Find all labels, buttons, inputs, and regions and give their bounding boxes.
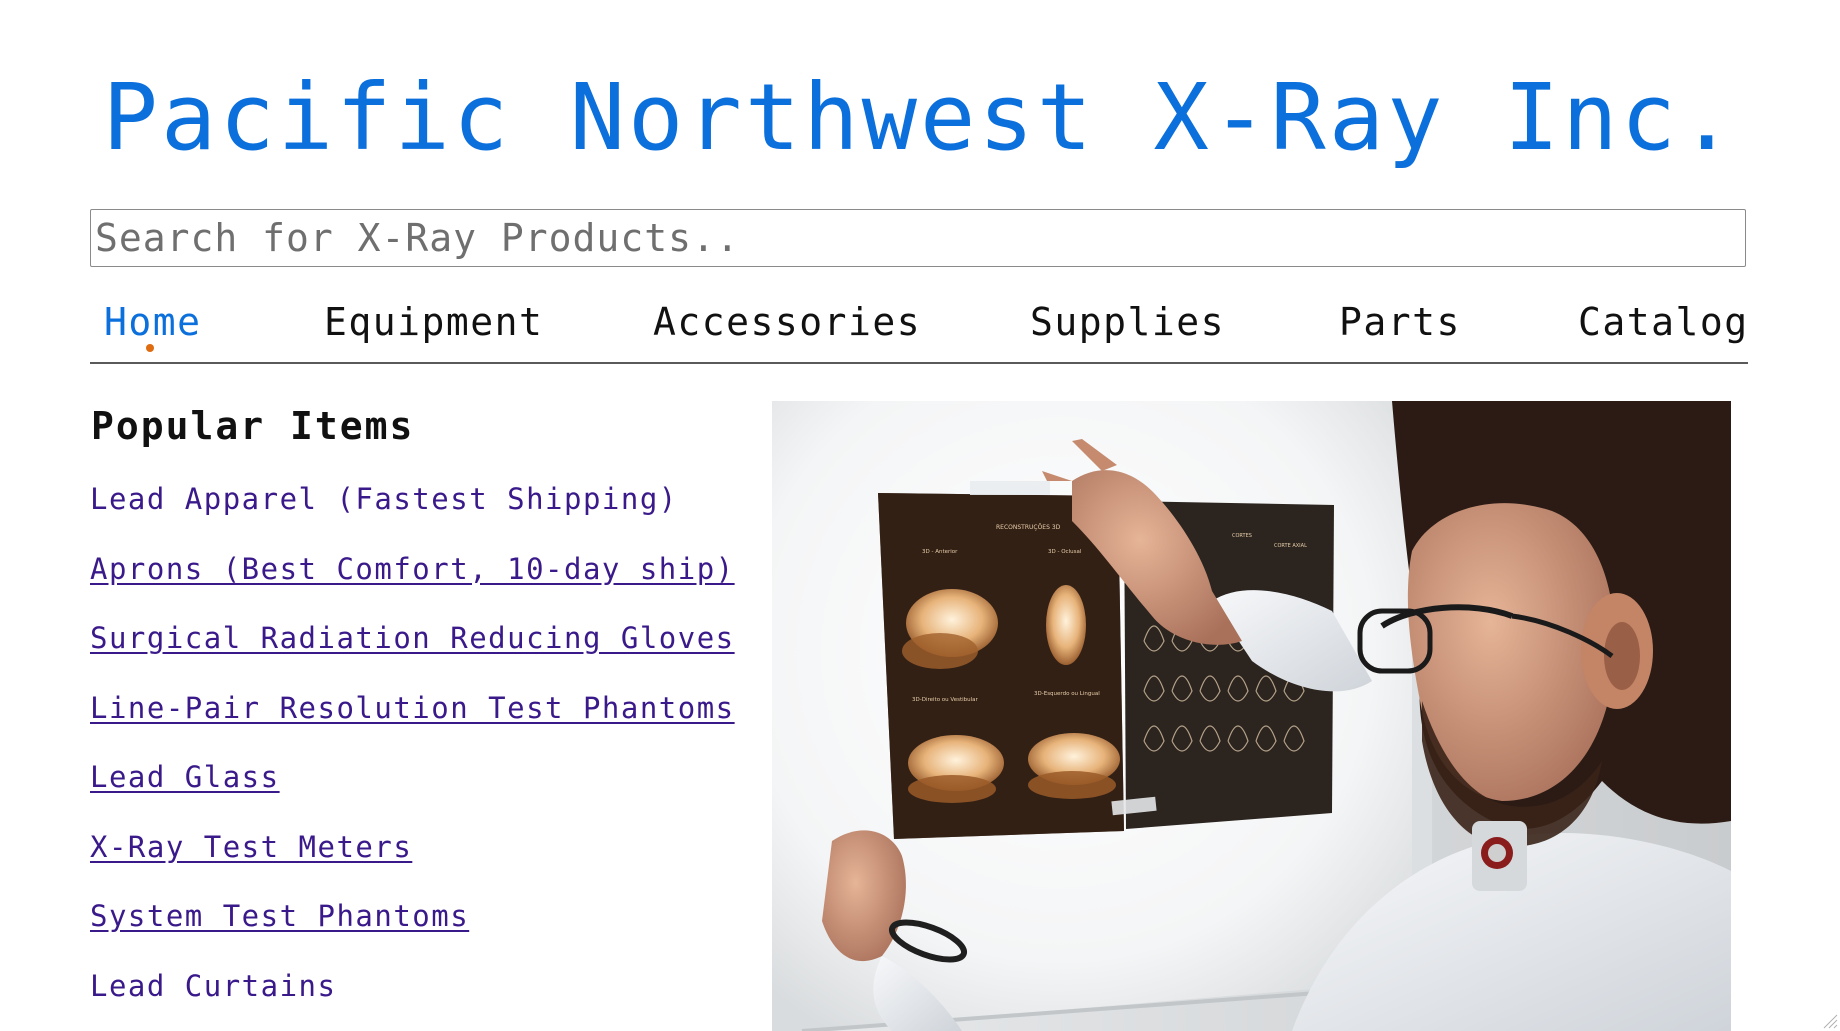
list-item: Lead Glass [90,760,735,830]
popular-items-heading: Popular Items [91,404,415,448]
list-item: Lead Apparel (Fastest Shipping) [90,482,735,552]
main-nav: Home Equipment Accessories Supplies Part… [90,290,1748,364]
popular-item-link[interactable]: System Test Phantoms [90,899,469,933]
nav-parts[interactable]: Parts [1339,300,1461,344]
popular-items-list: Lead Apparel (Fastest Shipping) Aprons (… [90,482,735,1031]
svg-text:3D-Direito ou Vestibular: 3D-Direito ou Vestibular [912,697,979,703]
nav-catalog[interactable]: Catalog [1578,300,1749,344]
list-item: Line-Pair Resolution Test Phantoms [90,691,735,761]
popular-item-link[interactable]: Lead Glass [90,760,280,794]
popular-item-link[interactable]: Line-Pair Resolution Test Phantoms [90,691,735,725]
search-input[interactable] [90,209,1746,267]
doctor-viewing-xray-illustration: RECONSTRUÇÕES 3D 3D - Anterior 3D - Oclu… [772,401,1731,1031]
svg-text:CORTES: CORTES [1232,533,1252,539]
svg-text:CORTE AXIAL: CORTE AXIAL [1274,543,1307,549]
resize-grip-icon[interactable] [1822,1013,1838,1029]
list-item: Aprons (Best Comfort, 10-day ship) [90,552,735,622]
popular-item-link[interactable]: Lead Curtains [90,969,336,1003]
list-item: X-Ray Test Meters [90,830,735,900]
svg-text:3D - Anterior: 3D - Anterior [922,549,958,555]
site-title: Pacific Northwest X-Ray Inc. [102,64,1738,171]
popular-item-link[interactable]: Surgical Radiation Reducing Gloves [90,621,735,655]
hero-image: RECONSTRUÇÕES 3D 3D - Anterior 3D - Oclu… [772,401,1731,1031]
list-item: System Test Phantoms [90,899,735,969]
popular-item-link[interactable]: X-Ray Test Meters [90,830,412,864]
svg-text:RECONSTRUÇÕES 3D: RECONSTRUÇÕES 3D [996,524,1061,531]
list-item: Surgical Radiation Reducing Gloves [90,621,735,691]
nav-supplies[interactable]: Supplies [1030,300,1225,344]
popular-item-link[interactable]: Aprons (Best Comfort, 10-day ship) [90,552,735,586]
nav-home[interactable]: Home [104,300,202,344]
nav-accessories[interactable]: Accessories [653,300,921,344]
nav-equipment[interactable]: Equipment [324,300,543,344]
svg-text:3D - Oclusal: 3D - Oclusal [1048,549,1082,555]
list-item: Lead Curtains [90,969,735,1031]
active-indicator-dot [146,344,154,352]
page: Pacific Northwest X-Ray Inc. Home Equipm… [0,0,1840,1031]
svg-text:3D-Esquerdo ou Lingual: 3D-Esquerdo ou Lingual [1034,691,1100,697]
popular-item-link[interactable]: Lead Apparel (Fastest Shipping) [90,482,678,516]
